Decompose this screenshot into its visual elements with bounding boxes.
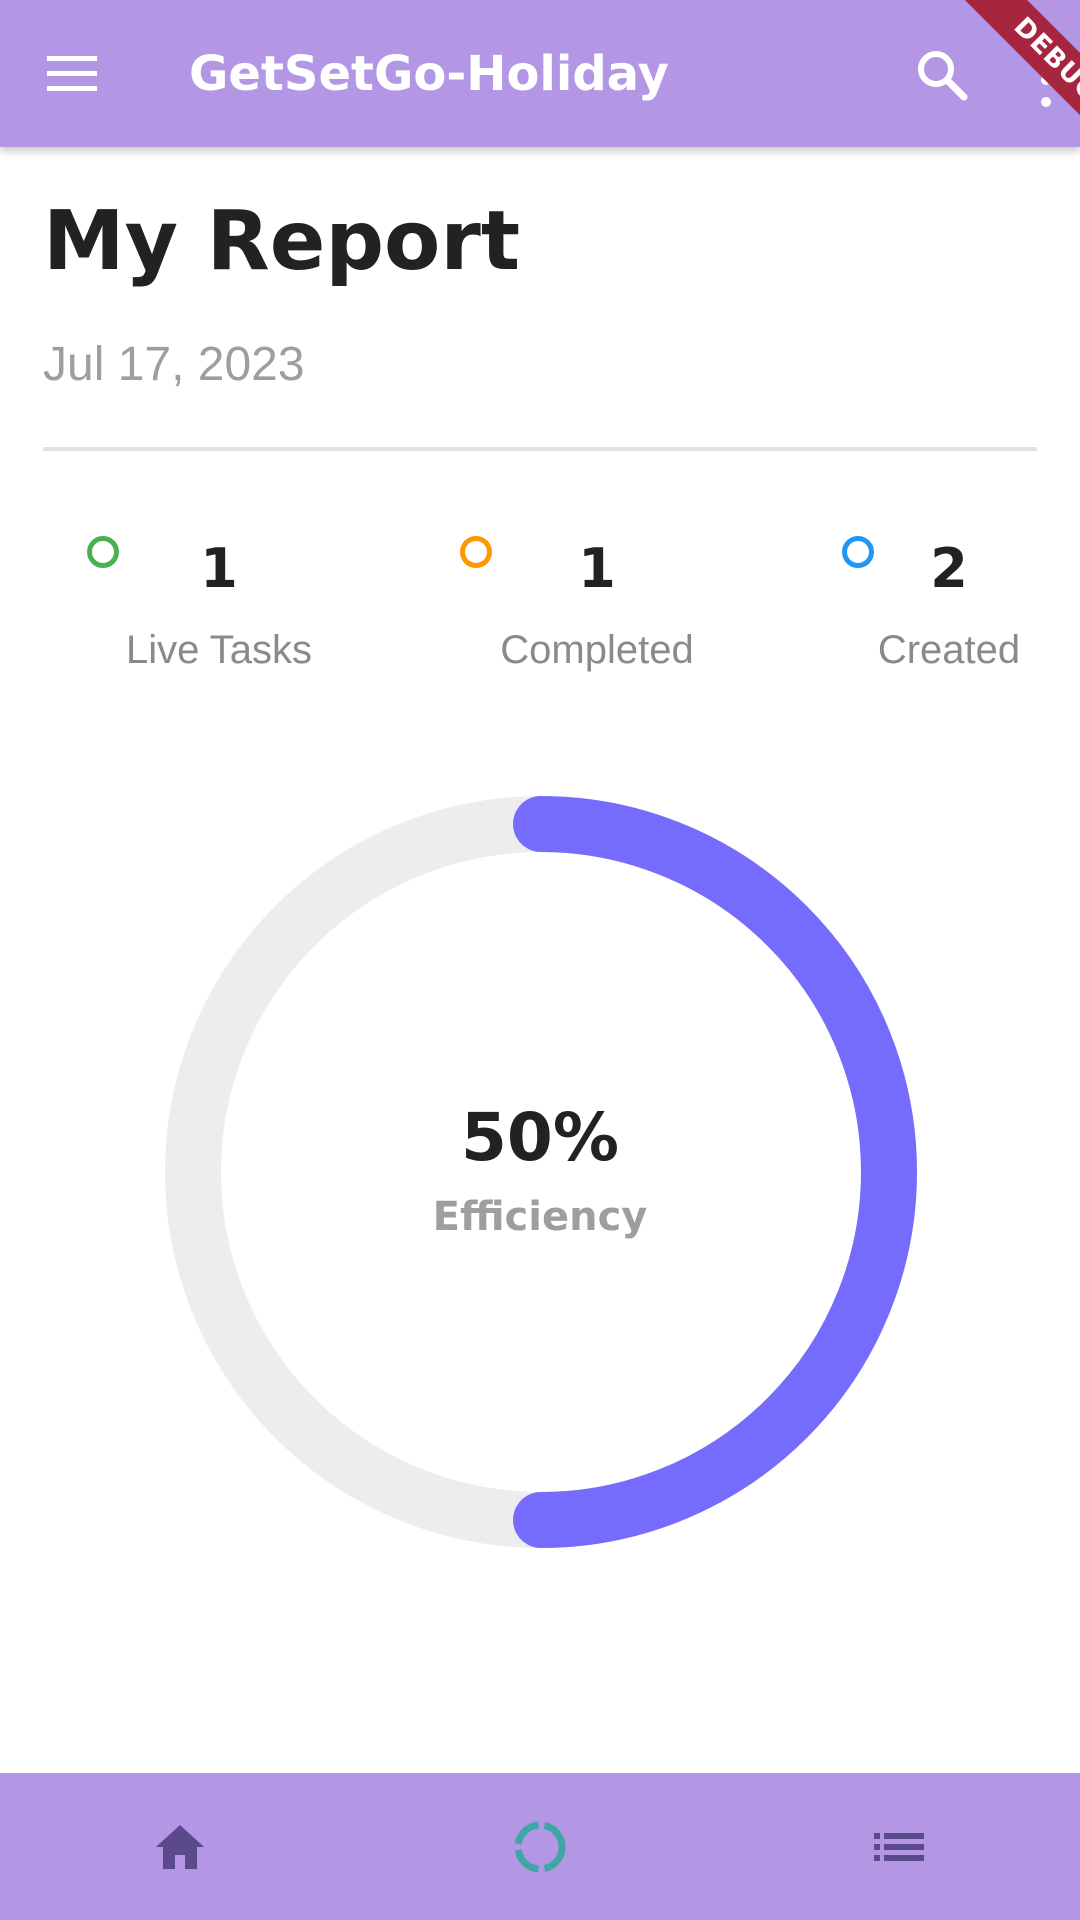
home-icon <box>156 1825 204 1869</box>
stat-label: Live Tasks <box>125 628 312 672</box>
nav-report[interactable] <box>440 1773 640 1920</box>
stat-label: Created <box>877 628 1021 672</box>
ring-progress-icon <box>514 1821 566 1873</box>
app-title: GetSetGo-Holiday <box>189 46 669 102</box>
stat-label: Completed <box>500 628 694 672</box>
bottom-navigation <box>0 1773 1080 1920</box>
status-dot-icon <box>842 536 874 568</box>
page-title: My Report <box>43 194 521 289</box>
search-icon[interactable] <box>914 47 970 103</box>
status-dot-icon <box>87 536 119 568</box>
status-dot-icon <box>460 536 492 568</box>
report-date: Jul 17, 2023 <box>43 338 305 391</box>
stat-value: 2 <box>930 537 968 600</box>
list-icon <box>874 1833 924 1861</box>
app-bar: GetSetGo-Holiday <box>0 0 1080 147</box>
stat-value: 1 <box>200 537 238 600</box>
stat-value: 1 <box>578 537 616 600</box>
more-vert-icon[interactable] <box>1036 50 1056 110</box>
menu-icon[interactable] <box>47 54 97 94</box>
divider <box>43 447 1037 451</box>
nav-home[interactable] <box>80 1773 280 1920</box>
efficiency-value: 50% <box>461 1099 619 1176</box>
efficiency-label: Efficiency <box>432 1194 648 1240</box>
nav-list[interactable] <box>800 1773 1000 1920</box>
